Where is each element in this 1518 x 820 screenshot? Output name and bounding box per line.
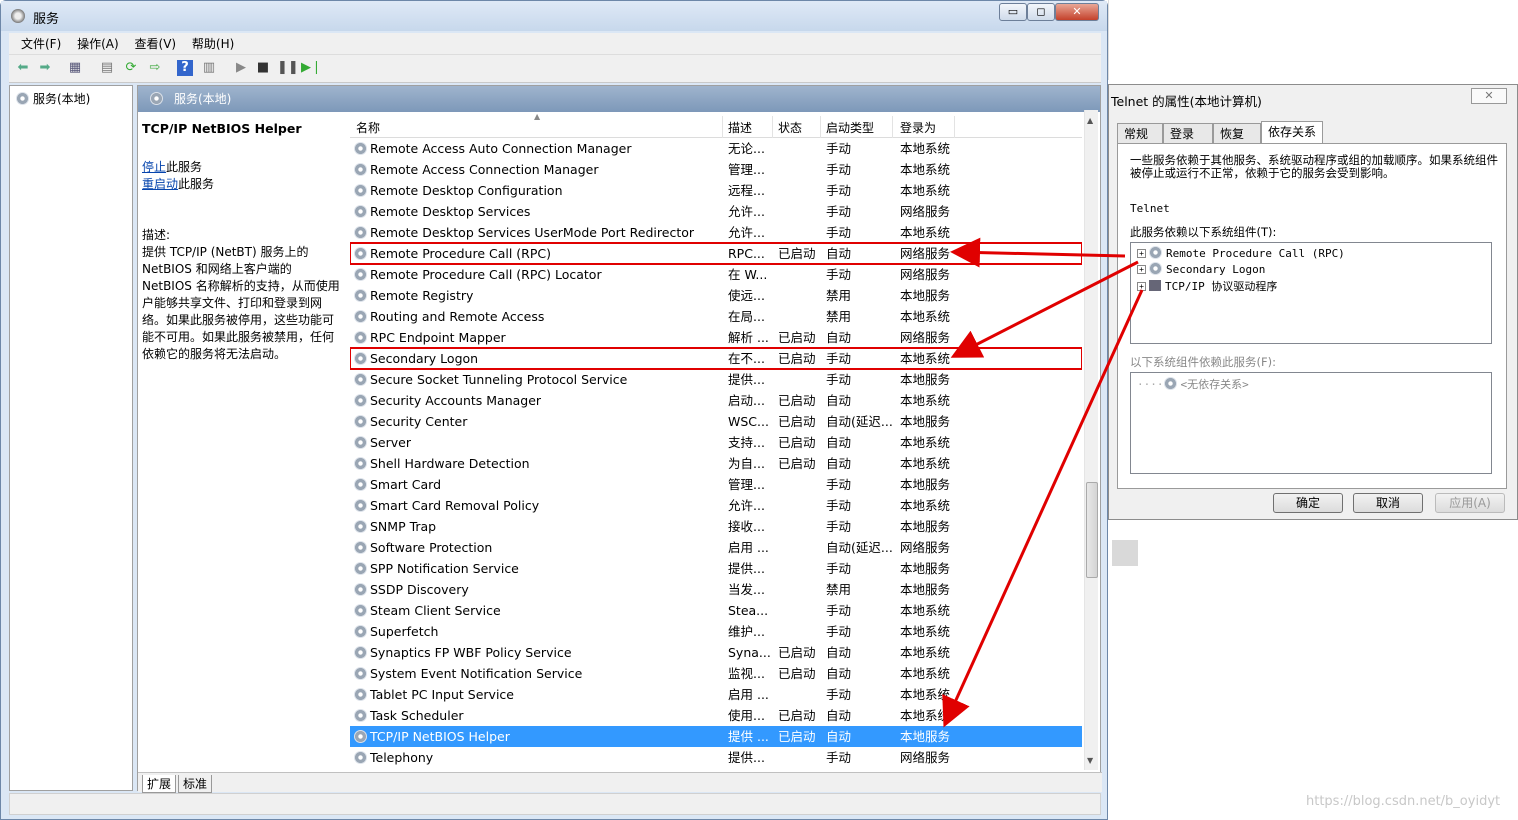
- arrow-to-tcpip-netbios-helper: [942, 289, 1144, 728]
- arrow-to-secondary-logon: [950, 260, 1139, 358]
- annotation-arrows: [942, 237, 1144, 728]
- arrow-to-rpc: [950, 237, 1126, 268]
